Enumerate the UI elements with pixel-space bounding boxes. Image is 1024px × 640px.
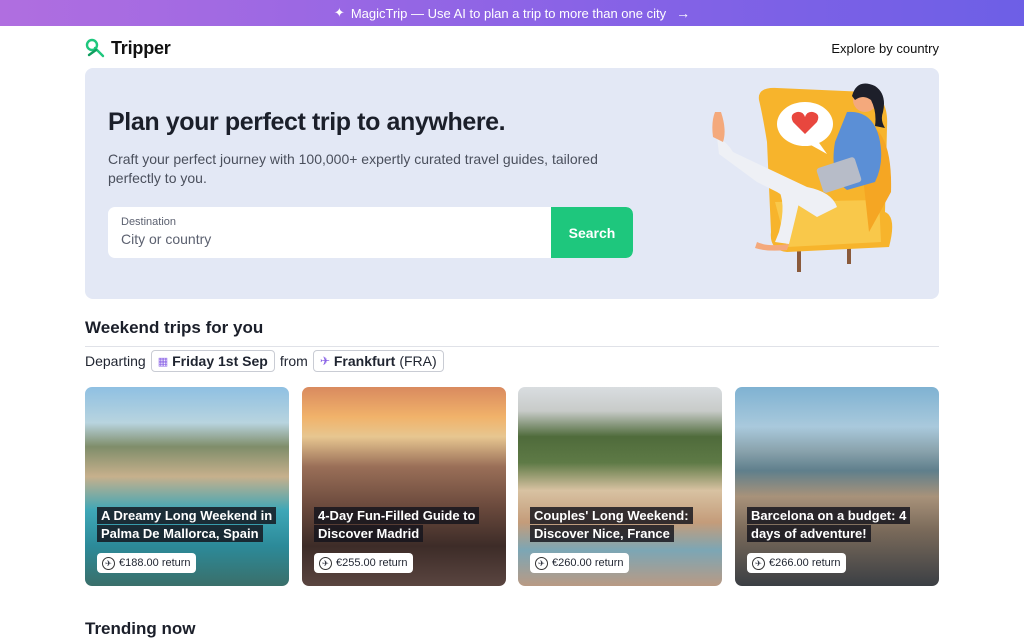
- trip-card[interactable]: Couples' Long Weekend: Discover Nice, Fr…: [518, 387, 722, 586]
- departure-airport-code: (FRA): [399, 353, 437, 369]
- departure-city-picker[interactable]: ✈ Frankfurt (FRA): [312, 350, 444, 372]
- trip-card-price: ✈ €255.00 return: [314, 553, 413, 573]
- trip-card-title: A Dreamy Long Weekend in Palma De Mallor…: [97, 507, 282, 543]
- plane-icon: ✈: [319, 354, 330, 368]
- plane-icon: ✈: [102, 556, 115, 570]
- departure-date-picker[interactable]: ▦ Friday 1st Sep: [150, 350, 275, 372]
- departure-city: Frankfurt: [333, 353, 396, 369]
- trip-card[interactable]: Barcelona on a budget: 4 days of adventu…: [735, 387, 939, 586]
- trip-card-price: ✈ €260.00 return: [530, 553, 629, 573]
- trip-card-price-text: €260.00 return: [552, 557, 624, 569]
- trip-card-title: Couples' Long Weekend: Discover Nice, Fr…: [530, 507, 715, 543]
- destination-label: Destination: [121, 216, 177, 228]
- trip-card-price-text: €255.00 return: [336, 557, 408, 569]
- trip-card[interactable]: 4-Day Fun-Filled Guide to Discover Madri…: [302, 387, 506, 586]
- departure-date: Friday 1st Sep: [172, 353, 268, 369]
- sparkle-icon: ✦: [333, 5, 345, 20]
- departing-row: Departing ▦ Friday 1st Sep from ✈ Frankf…: [85, 350, 444, 372]
- trip-card-price: ✈ €188.00 return: [97, 553, 196, 573]
- hero-title: Plan your perfect trip to anywhere.: [108, 108, 506, 136]
- trip-card-title: Barcelona on a budget: 4 days of adventu…: [747, 507, 932, 543]
- hero-section: Plan your perfect trip to anywhere. Craf…: [85, 68, 939, 299]
- arrow-right-icon: →: [676, 5, 691, 21]
- trip-card[interactable]: A Dreamy Long Weekend in Palma De Mallor…: [85, 387, 289, 586]
- trip-card-price-text: €266.00 return: [769, 557, 841, 569]
- tripper-logo-icon: [85, 38, 105, 58]
- plane-icon: ✈: [319, 556, 332, 570]
- search-button[interactable]: Search: [551, 207, 633, 258]
- destination-input[interactable]: [121, 231, 538, 247]
- destination-search: Destination Search: [108, 207, 633, 258]
- trip-card-price-text: €188.00 return: [119, 557, 191, 569]
- plane-icon: ✈: [752, 556, 765, 570]
- trip-card-price: ✈ €266.00 return: [747, 553, 846, 573]
- weekend-trips-title: Weekend trips for you: [85, 318, 264, 337]
- promo-banner-text: MagicTrip — Use AI to plan a trip to mor…: [350, 5, 667, 21]
- section-divider: [85, 346, 939, 347]
- departing-label: Departing: [85, 353, 146, 369]
- calendar-icon: ▦: [157, 355, 169, 368]
- from-label: from: [279, 353, 308, 369]
- top-nav: Tripper Explore by country: [85, 34, 939, 62]
- promo-banner[interactable]: ✦ MagicTrip — Use AI to plan a trip to m…: [0, 0, 1024, 26]
- traveler-illustration: [712, 83, 893, 272]
- logo[interactable]: Tripper: [85, 37, 171, 59]
- trip-card-title: 4-Day Fun-Filled Guide to Discover Madri…: [314, 507, 499, 543]
- explore-by-country-link[interactable]: Explore by country: [831, 41, 939, 56]
- destination-field[interactable]: Destination: [108, 207, 551, 258]
- hero-subtitle: Craft your perfect journey with 100,000+…: [108, 151, 598, 186]
- trending-title: Trending now: [85, 619, 196, 638]
- brand-name: Tripper: [111, 37, 171, 58]
- plane-icon: ✈: [535, 556, 548, 570]
